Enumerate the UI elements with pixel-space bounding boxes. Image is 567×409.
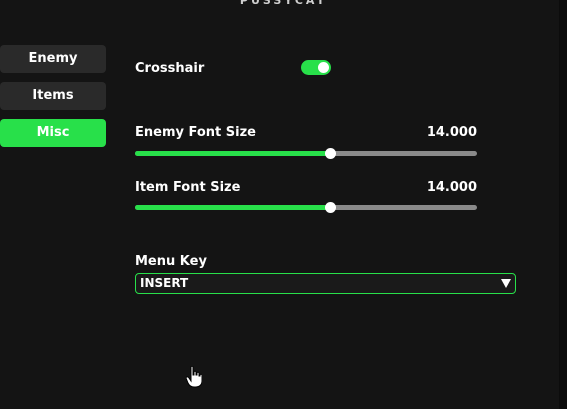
hand-pointer-icon xyxy=(186,366,202,388)
toggle-knob xyxy=(318,62,329,73)
slider-fill xyxy=(135,151,330,156)
slider-thumb[interactable] xyxy=(324,202,336,213)
menu-key-label: Menu Key xyxy=(135,254,207,269)
item-font-size-slider[interactable] xyxy=(135,200,477,214)
tab-misc[interactable]: Misc xyxy=(0,119,106,147)
slider-thumb[interactable] xyxy=(324,148,336,159)
tab-items[interactable]: Items xyxy=(0,82,106,110)
app-title: PUSSYCAT xyxy=(239,0,328,7)
window-edge xyxy=(559,0,567,409)
item-font-size-label: Item Font Size xyxy=(135,180,241,195)
menu-key-value: INSERT xyxy=(140,276,189,290)
crosshair-toggle[interactable] xyxy=(301,60,331,75)
tab-enemy[interactable]: Enemy xyxy=(0,45,106,73)
crosshair-label: Crosshair xyxy=(135,61,205,76)
triangle-down-icon xyxy=(501,279,511,288)
enemy-font-size-slider[interactable] xyxy=(135,146,477,160)
enemy-font-size-value: 14.000 xyxy=(426,125,477,140)
item-font-size-value: 14.000 xyxy=(426,180,477,195)
slider-fill xyxy=(135,205,330,210)
menu-key-dropdown[interactable]: INSERT xyxy=(135,273,516,294)
enemy-font-size-label: Enemy Font Size xyxy=(135,125,256,140)
